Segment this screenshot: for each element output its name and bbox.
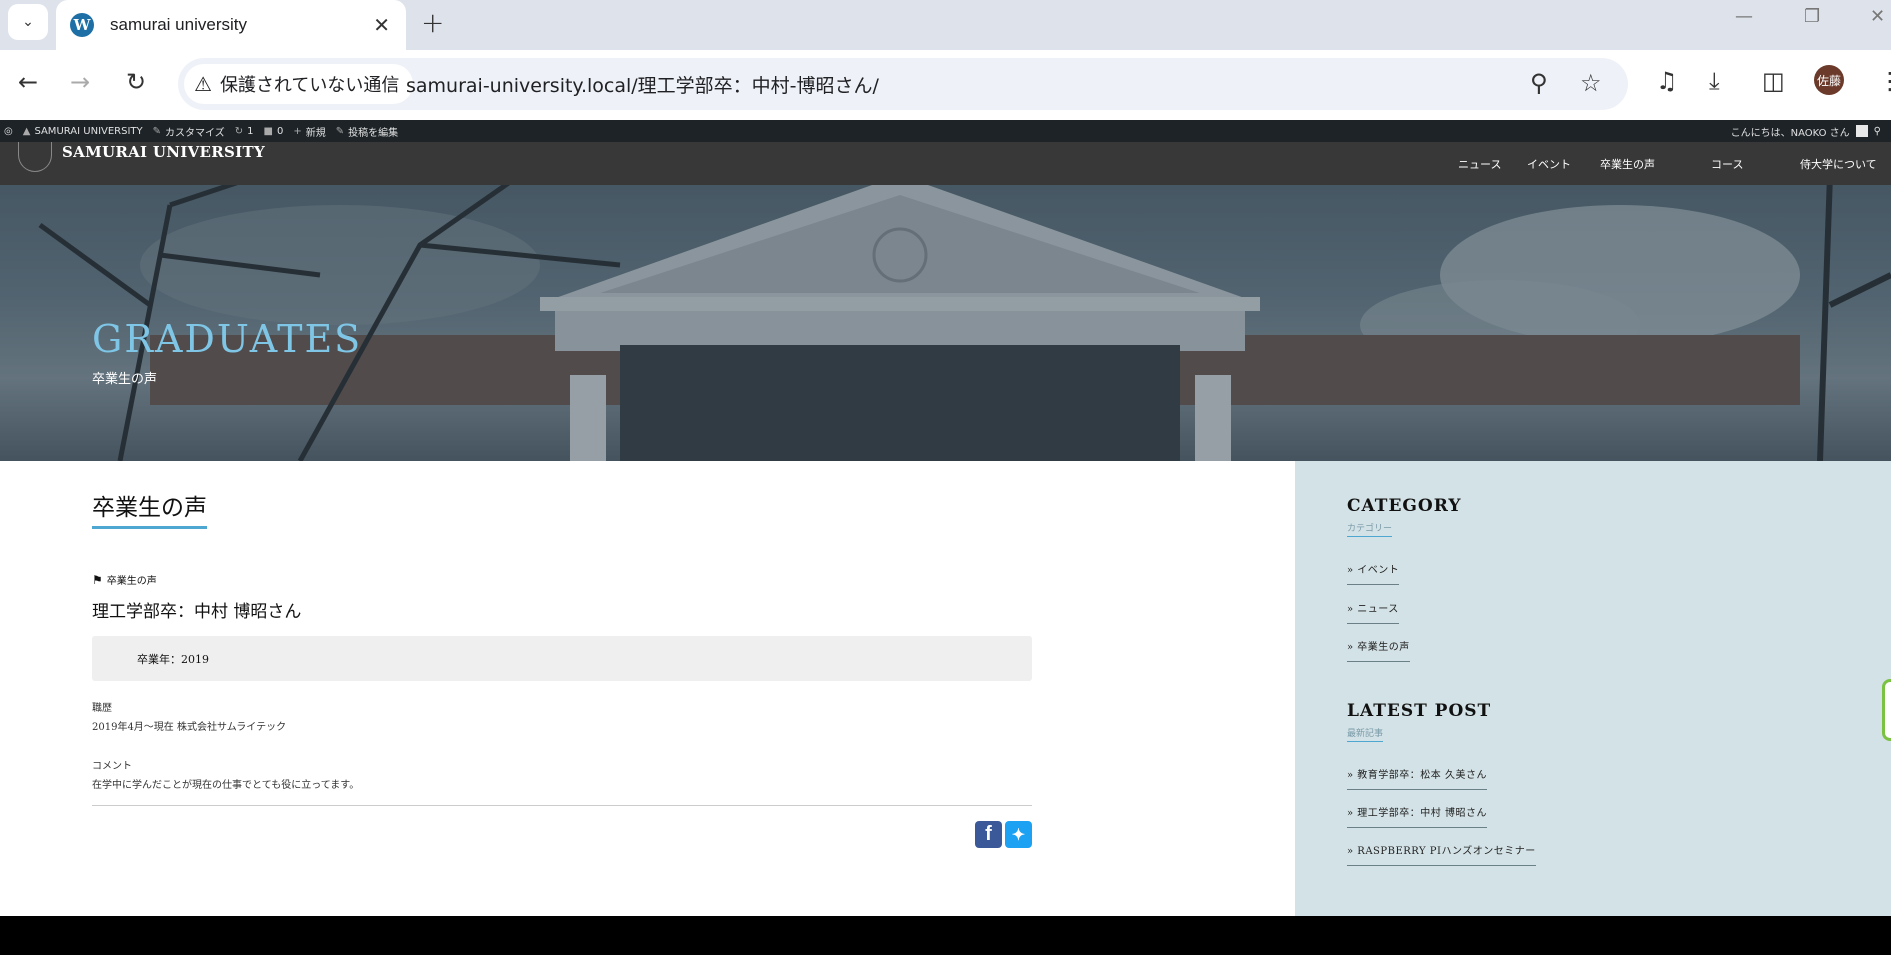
menu-item-graduates[interactable]: 卒業生の声 bbox=[1600, 156, 1655, 172]
hero-subtitle: 卒業生の声 bbox=[92, 372, 158, 387]
forward-icon[interactable]: → bbox=[70, 68, 90, 96]
updates-icon: ↻ bbox=[234, 125, 244, 137]
comment-label: コメント bbox=[92, 761, 132, 772]
edit-label: 投稿を編集 bbox=[348, 127, 399, 139]
hero-banner: GRADUATES 卒業生の声 bbox=[0, 185, 1891, 461]
back-icon[interactable]: ← bbox=[18, 68, 38, 96]
category-heading: CATEGORY bbox=[1347, 496, 1462, 516]
customize-label: カスタマイズ bbox=[165, 127, 225, 139]
comment-icon: ■ bbox=[263, 125, 273, 137]
twitter-icon[interactable]: ✦ bbox=[1005, 821, 1032, 848]
brush-icon: ✎ bbox=[152, 125, 162, 137]
minimize-icon[interactable]: — bbox=[1735, 6, 1753, 27]
tab-search-button[interactable]: ⌄ bbox=[8, 4, 48, 40]
category-tag-label: 卒業生の声 bbox=[106, 576, 157, 587]
sidebar-item-graduates[interactable]: » 卒業生の声 bbox=[1347, 638, 1410, 662]
new-content-link[interactable]: + 新規 bbox=[293, 124, 325, 139]
latest-heading: LATEST POST bbox=[1347, 701, 1492, 721]
sidepanel-icon[interactable]: ◫ bbox=[1762, 67, 1785, 95]
content-divider bbox=[92, 805, 1032, 806]
admin-site-name: SAMURAI UNIVERSITY bbox=[34, 125, 143, 137]
new-tab-button[interactable]: + bbox=[421, 6, 444, 39]
main-content: 卒業生の声 ⚑ 卒業生の声 理工学部卒：中村 博昭さん 卒業年：2019 職歴 … bbox=[0, 461, 1295, 916]
wp-logo-icon[interactable]: ◎ bbox=[4, 126, 13, 137]
reload-icon[interactable]: ↻ bbox=[126, 68, 146, 96]
download-icon[interactable]: ⤓ bbox=[1709, 67, 1720, 95]
new-label: 新規 bbox=[305, 127, 326, 139]
url-text[interactable]: samurai-university.local/理工学部卒：中村-博昭さん/ bbox=[406, 71, 879, 98]
graduation-year: 卒業年：2019 bbox=[137, 653, 209, 666]
chevron-down-icon: ⌄ bbox=[22, 14, 34, 30]
avatar[interactable]: 佐藤 bbox=[1814, 65, 1844, 95]
media-icon[interactable]: ♫ bbox=[1656, 67, 1678, 95]
menu-item-courses[interactable]: コース bbox=[1711, 156, 1743, 172]
logo-emblem-icon[interactable] bbox=[18, 142, 52, 172]
wp-admin-bar: ◎ ▲ SAMURAI UNIVERSITY ✎ カスタマイズ ↻ 1 ■ 0 + 新規 … bbox=[0, 120, 1891, 142]
browser-toolbar: ← → ↻ ⚠ 保護されていない通信 samurai-university.lo… bbox=[0, 50, 1891, 120]
latest-post-2[interactable]: » 理工学部卒：中村 博昭さん bbox=[1347, 804, 1487, 828]
security-chip[interactable]: ⚠ 保護されていない通信 bbox=[184, 64, 414, 104]
site-footer bbox=[0, 916, 1891, 955]
page-title: 卒業生の声 bbox=[92, 488, 207, 529]
site-header: SAMURAI UNIVERSITY ニュース イベント 卒業生の声 コース 侍… bbox=[0, 142, 1891, 185]
menu-item-event[interactable]: イベント bbox=[1527, 156, 1571, 172]
updates-count: 1 bbox=[247, 125, 254, 137]
admin-site-link[interactable]: ▲ SAMURAI UNIVERSITY bbox=[23, 126, 143, 137]
facebook-icon[interactable]: f bbox=[975, 821, 1002, 848]
admin-search-icon[interactable]: ⚲ bbox=[1874, 126, 1881, 137]
security-label: 保護されていない通信 bbox=[219, 75, 400, 96]
career-label: 職歴 bbox=[92, 703, 112, 714]
user-greeting[interactable]: こんにちは、NAOKO さん bbox=[1731, 124, 1850, 139]
edit-post-link[interactable]: ✎ 投稿を編集 bbox=[336, 124, 398, 139]
graduation-year-box: 卒業年：2019 bbox=[92, 636, 1032, 681]
customize-link[interactable]: ✎ カスタマイズ bbox=[153, 124, 225, 139]
comments-count: 0 bbox=[276, 125, 284, 137]
sidebar: CATEGORY カテゴリー » イベント » ニュース » 卒業生の声 LAT… bbox=[1295, 461, 1891, 916]
site-logo-text[interactable]: SAMURAI UNIVERSITY bbox=[62, 143, 265, 161]
user-avatar[interactable] bbox=[1855, 125, 1868, 137]
menu-item-news[interactable]: ニュース bbox=[1458, 156, 1501, 172]
comments-link[interactable]: ■ 0 bbox=[264, 126, 284, 137]
address-bar[interactable]: ⚠ 保護されていない通信 samurai-university.local/理工… bbox=[178, 58, 1628, 110]
star-icon[interactable]: ☆ bbox=[1580, 69, 1602, 97]
post-title: 理工学部卒：中村 博昭さん bbox=[92, 602, 302, 622]
zoom-icon[interactable]: ⚲ bbox=[1530, 69, 1548, 97]
hero-title: GRADUATES bbox=[92, 317, 363, 361]
tab-title: samurai university bbox=[110, 15, 247, 34]
updates-link[interactable]: ↻ 1 bbox=[235, 126, 254, 137]
home-icon: ▲ bbox=[22, 125, 31, 137]
window-close-icon[interactable]: ✕ bbox=[1870, 6, 1885, 27]
tag-icon: ⚑ bbox=[92, 572, 103, 587]
restore-icon[interactable]: ❐ bbox=[1804, 6, 1820, 27]
latest-post-1[interactable]: » 教育学部卒：松本 久美さん bbox=[1347, 766, 1487, 790]
category-tag[interactable]: ⚑ 卒業生の声 bbox=[92, 572, 157, 588]
latest-post-3[interactable]: » RASPBERRY PIハンズオンセミナー bbox=[1347, 842, 1536, 866]
career-value: 2019年4月〜現在 株式会社サムライテック bbox=[92, 722, 287, 733]
category-subheading: カテゴリー bbox=[1347, 521, 1393, 537]
latest-subheading: 最新記事 bbox=[1347, 726, 1384, 742]
browser-tab[interactable]: W samurai university ✕ bbox=[56, 0, 406, 50]
wordpress-icon: W bbox=[70, 13, 94, 37]
menu-icon[interactable]: ⋮ bbox=[1878, 67, 1891, 95]
plus-icon: + bbox=[293, 125, 302, 137]
sidebar-item-news[interactable]: » ニュース bbox=[1347, 600, 1399, 624]
pencil-icon: ✎ bbox=[335, 125, 345, 137]
warning-icon: ⚠ bbox=[194, 72, 212, 96]
comment-value: 在学中に学んだことが現在の仕事でとても役に立ってます。 bbox=[92, 780, 360, 791]
browser-tabstrip: ⌄ W samurai university ✕ + — ❐ ✕ bbox=[0, 0, 1891, 50]
sidebar-item-event[interactable]: » イベント bbox=[1347, 561, 1400, 585]
floating-feedback-tab[interactable] bbox=[1882, 679, 1891, 741]
close-icon[interactable]: ✕ bbox=[373, 13, 390, 37]
menu-item-about[interactable]: 侍大学について bbox=[1800, 156, 1877, 172]
